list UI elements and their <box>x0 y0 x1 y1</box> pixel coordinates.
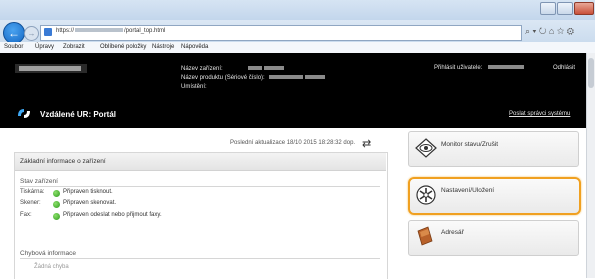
maximize-button[interactable] <box>557 2 573 15</box>
no-error-text: Žádná chyba <box>34 264 69 270</box>
minimize-button[interactable] <box>540 2 556 15</box>
printer-ready-icon <box>53 190 60 197</box>
settings-icon <box>416 185 436 205</box>
brand-logo-image <box>15 64 87 73</box>
menu-file[interactable]: Soubor <box>4 44 23 50</box>
address-bar-tools[interactable]: ⌕ ▾ ↻ ⌂ ☆ ⚙ <box>525 26 574 37</box>
logout-link[interactable]: Odhlásit <box>553 65 575 71</box>
last-update-text: Poslední aktualizace 18/10 2015 18:28:32… <box>230 140 356 146</box>
login-user-label: Přihlásit uživatele: <box>434 65 525 71</box>
scrollbar-thumb[interactable] <box>588 58 594 88</box>
settings-registration-label: Nastavení/Uložení <box>441 187 495 194</box>
basic-info-title: Základní informace o zařízení <box>20 158 106 165</box>
portal-icon <box>18 109 30 118</box>
status-label-fax: Fax: <box>20 212 32 218</box>
section-divider <box>20 186 380 187</box>
status-value-fax: Připraven odeslat nebo přijmout faxy. <box>63 212 162 218</box>
status-label-printer: Tiskárna: <box>20 189 45 195</box>
status-label-scanner: Skener: <box>20 200 41 206</box>
section-divider <box>20 258 380 259</box>
menu-favorites[interactable]: Oblíbené položky <box>100 44 146 50</box>
forward-button[interactable]: → <box>24 26 39 41</box>
status-monitor-label: Monitor stavu/Zrušit <box>441 141 499 148</box>
browser-title-bar <box>0 0 595 20</box>
brand-logo <box>15 62 87 75</box>
device-name-row: Název zařízení: <box>181 66 285 72</box>
close-window-button[interactable] <box>574 2 594 15</box>
address-book-icon <box>417 226 433 246</box>
device-name-redacted <box>248 66 263 71</box>
status-value-scanner: Připraven skenovat. <box>63 200 117 206</box>
url-text: https:///portal_top.html <box>56 28 166 34</box>
address-book-label: Adresář <box>441 229 464 236</box>
status-value-printer: Připraven tisknout. <box>63 189 113 195</box>
url-host-redacted <box>75 28 124 33</box>
refresh-icon[interactable]: ⇄ <box>362 137 371 150</box>
mail-admin-link[interactable]: Poslat správci systému <box>509 111 570 117</box>
product-name-row: Název produktu (Sériové číslo): <box>181 75 326 81</box>
page-favicon-icon <box>44 28 52 36</box>
menu-help[interactable]: Nápověda <box>181 44 208 50</box>
back-button[interactable]: ← <box>3 22 25 44</box>
eye-icon <box>415 138 437 158</box>
fax-ready-icon <box>53 213 60 220</box>
scanner-ready-icon <box>53 201 60 208</box>
device-status-title: Stav zařízení <box>20 178 58 185</box>
menu-edit[interactable]: Úpravy <box>35 44 54 50</box>
product-name-redacted <box>269 75 304 80</box>
location-row: Umístění: <box>181 84 207 90</box>
portal-title: Vzdálené UR: Portál <box>40 110 117 119</box>
error-info-title: Chybová informace <box>20 250 76 257</box>
login-user-redacted <box>488 65 525 70</box>
menu-view[interactable]: Zobrazit <box>63 44 85 50</box>
menu-tools[interactable]: Nástroje <box>152 44 174 50</box>
